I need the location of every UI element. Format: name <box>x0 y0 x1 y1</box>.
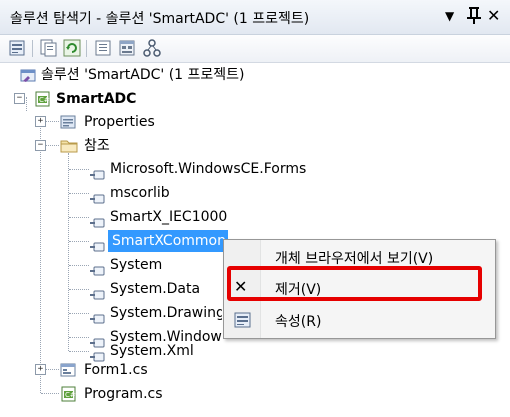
tree-node-program[interactable]: C# Program.cs <box>60 382 180 406</box>
pin-icon[interactable] <box>467 6 481 29</box>
tree-connector <box>40 120 41 393</box>
csharp-project-icon: C# <box>34 90 52 116</box>
tree-connector <box>69 217 89 218</box>
references-label: 참조 <box>84 138 110 154</box>
reference-label: Microsoft.WindowsCE.Forms <box>110 161 307 177</box>
tree-connector <box>45 369 59 370</box>
tree-connector <box>69 193 89 194</box>
toolbar-separator <box>32 40 33 57</box>
reference-label: System.Drawing <box>110 305 222 321</box>
tree-connector <box>69 241 89 242</box>
reference-label: SmartXCommon <box>112 233 226 249</box>
tree-node-form1[interactable]: Form1.cs <box>60 358 180 382</box>
title-bar: 솔루션 탐색기 - 솔루션 'SmartADC' (1 프로젝트) ▼ ✕ <box>0 0 510 35</box>
reference-item[interactable]: Microsoft.WindowsCE.Forms <box>90 157 320 181</box>
tree-connector <box>26 97 27 111</box>
show-all-files-icon[interactable] <box>38 38 58 58</box>
annotation-highlight-box <box>227 266 482 301</box>
tree-connector <box>69 169 89 170</box>
csharp-file-icon: C# <box>60 385 78 411</box>
project-label: SmartADC <box>56 91 137 107</box>
reference-icon <box>90 236 105 252</box>
tree-node-project[interactable]: C# SmartADC <box>34 87 184 111</box>
solution-label: 솔루션 'SmartADC' (1 프로젝트) <box>41 67 245 83</box>
tree-connector <box>69 351 89 352</box>
menu-item-label: 속성(R) <box>275 314 322 330</box>
reference-item[interactable]: System.Drawing <box>90 301 222 325</box>
properties-icon[interactable] <box>8 38 28 58</box>
tree-node-solution[interactable]: 솔루션 'SmartADC' (1 프로젝트) <box>20 63 280 87</box>
tree-connector <box>69 337 89 338</box>
expand-toggle-form1[interactable]: + <box>35 364 46 375</box>
tree-connector <box>69 289 89 290</box>
reference-icon <box>90 284 105 300</box>
tree-connector <box>68 153 69 351</box>
tree-connector <box>69 265 89 266</box>
tree-connector <box>69 313 89 314</box>
tree-connector <box>45 145 59 146</box>
reference-label: System.Data <box>110 281 201 297</box>
window-menu-dropdown-icon[interactable]: ▼ <box>445 6 454 26</box>
reference-icon <box>90 260 105 276</box>
tree-connector <box>45 121 59 122</box>
toolbar-separator <box>86 40 87 57</box>
reference-item[interactable]: mscorlib <box>90 181 210 205</box>
reference-item[interactable]: SmartX_IEC1000 <box>90 205 250 229</box>
collapse-toggle-project[interactable]: − <box>14 93 25 104</box>
reference-item-selected[interactable]: SmartXCommon <box>90 229 240 253</box>
svg-text:C#: C# <box>39 96 50 104</box>
reference-icon <box>90 164 105 180</box>
program-label: Program.cs <box>84 386 163 402</box>
reference-label: mscorlib <box>110 185 170 201</box>
reference-item[interactable]: System <box>90 253 210 277</box>
folder-icon <box>60 138 78 162</box>
reference-label: SmartX_IEC1000 <box>110 209 228 225</box>
close-icon[interactable]: ✕ <box>487 6 500 26</box>
window-title: 솔루션 탐색기 - 솔루션 'SmartADC' (1 프로젝트) <box>10 11 310 27</box>
tree-node-properties[interactable]: Properties <box>60 110 200 134</box>
form1-label: Form1.cs <box>84 362 148 378</box>
reference-label: System <box>110 257 163 273</box>
properties-icon <box>234 311 252 333</box>
menu-item-properties[interactable]: 속성(R) <box>225 305 494 335</box>
tree-connector <box>41 393 59 394</box>
properties-label: Properties <box>84 114 155 130</box>
reference-icon <box>90 188 105 204</box>
class-diagram-icon[interactable] <box>142 38 162 58</box>
expand-toggle-properties[interactable]: + <box>35 116 46 127</box>
svg-text:C#: C# <box>65 391 76 399</box>
reference-icon <box>90 308 105 324</box>
menu-item-label: 개체 브라우저에서 보기(V) <box>275 251 434 267</box>
reference-icon <box>90 212 105 228</box>
refresh-icon[interactable] <box>62 38 82 58</box>
view-designer-icon[interactable] <box>117 38 137 58</box>
reference-icon <box>90 346 105 362</box>
view-code-icon[interactable] <box>93 38 113 58</box>
toolbar <box>0 35 510 63</box>
reference-item[interactable]: System.Data <box>90 277 210 301</box>
tree-node-references[interactable]: 참조 <box>60 134 140 158</box>
collapse-toggle-references[interactable]: − <box>35 140 46 151</box>
